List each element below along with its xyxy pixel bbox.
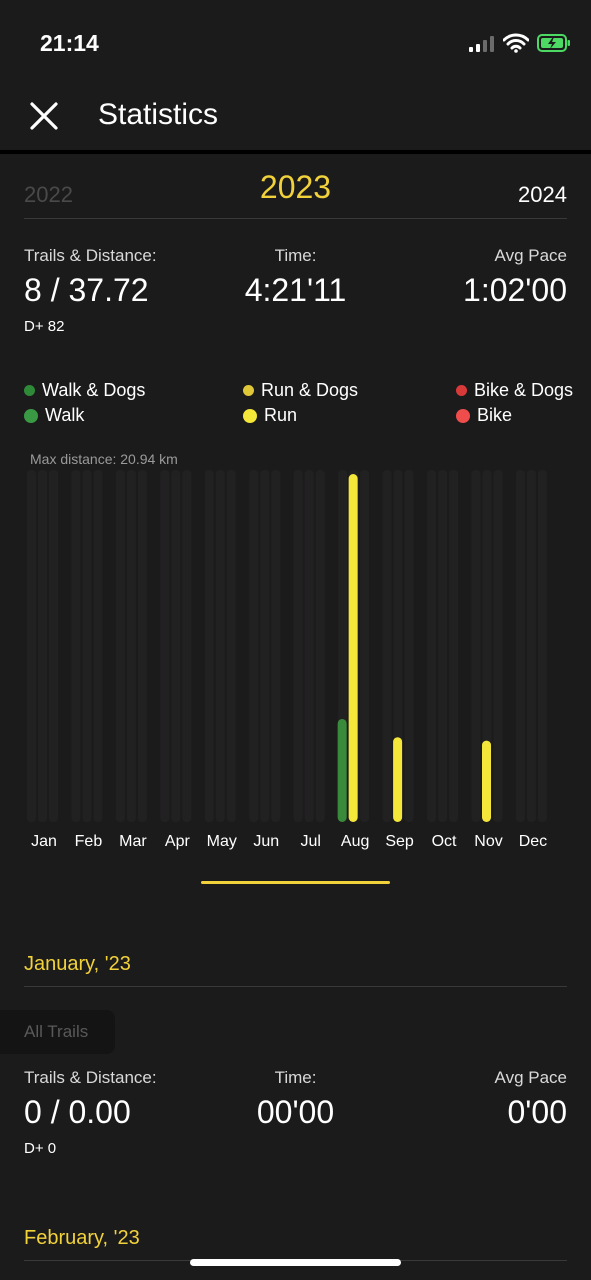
cellular-signal-icon bbox=[469, 36, 495, 52]
legend-bike: Bike bbox=[456, 405, 512, 426]
chart-track bbox=[293, 470, 303, 822]
chart-track bbox=[449, 470, 459, 822]
run-dot-icon bbox=[243, 408, 257, 423]
legend-label: Bike bbox=[477, 405, 513, 425]
chart-track bbox=[537, 470, 547, 822]
month-section-title: January, '23 bbox=[24, 953, 131, 975]
month-time-value: 00'00 bbox=[256, 1094, 335, 1130]
month-label-feb: Feb bbox=[74, 833, 103, 850]
bar-run-nov[interactable] bbox=[482, 740, 491, 822]
chart-track bbox=[427, 470, 437, 822]
chart-track bbox=[182, 470, 192, 822]
month-label-oct: Oct bbox=[431, 833, 457, 850]
month-label-sep: Sep bbox=[385, 833, 414, 850]
chart-track bbox=[27, 470, 36, 822]
legend-run-dogs: Run & Dogs bbox=[243, 380, 358, 401]
month-label-jul: Jul bbox=[300, 833, 321, 850]
bar-walk-aug[interactable] bbox=[337, 718, 347, 822]
chart-track bbox=[171, 470, 181, 822]
battery-charging-icon bbox=[537, 34, 571, 52]
bar-run-aug[interactable] bbox=[348, 474, 358, 822]
chart-track bbox=[471, 470, 481, 822]
legend-walk-dogs: Walk & Dogs bbox=[24, 380, 145, 401]
chart-track bbox=[82, 470, 92, 822]
month-elevation-value: D+ 0 bbox=[24, 1140, 57, 1157]
chart-track bbox=[126, 470, 136, 822]
avg-pace-value: 1:02'00 bbox=[463, 272, 567, 308]
month-label-aug: Aug bbox=[340, 833, 370, 850]
month-avg-pace-label: Avg Pace bbox=[494, 1068, 567, 1087]
bike-dot-icon bbox=[456, 408, 470, 423]
chart-track bbox=[49, 470, 58, 822]
month-label-jun: Jun bbox=[253, 833, 280, 850]
section-divider bbox=[24, 986, 567, 987]
chart-track bbox=[493, 470, 503, 822]
month-avg-pace-value: 0'00 bbox=[507, 1094, 568, 1130]
page-indicator bbox=[201, 881, 390, 884]
avg-pace-label: Avg Pace bbox=[494, 246, 567, 265]
legend-label: Walk bbox=[45, 405, 85, 425]
legend-walk: Walk bbox=[24, 405, 84, 426]
chart-track bbox=[226, 470, 236, 822]
month-section-title: February, '23 bbox=[24, 1227, 140, 1249]
status-time: 21:14 bbox=[40, 30, 99, 56]
elevation-value: D+ 82 bbox=[24, 318, 65, 335]
chart-track bbox=[215, 470, 225, 822]
bike-dogs-dot-icon bbox=[456, 385, 467, 396]
legend-label: Walk & Dogs bbox=[42, 380, 146, 400]
chart-track bbox=[315, 470, 325, 822]
run-dogs-dot-icon bbox=[243, 385, 254, 396]
chart-track bbox=[260, 470, 270, 822]
page-title: Statistics bbox=[98, 98, 219, 131]
chart-track bbox=[304, 470, 314, 822]
month-label-apr: Apr bbox=[164, 833, 190, 850]
chart-track bbox=[382, 470, 392, 822]
chart-track bbox=[438, 470, 448, 822]
chart-track bbox=[204, 470, 214, 822]
monthly-distance-chart bbox=[27, 470, 547, 822]
chart-track bbox=[160, 470, 170, 822]
chart-track bbox=[137, 470, 147, 822]
month-label-mar: Mar bbox=[119, 833, 147, 850]
home-indicator bbox=[190, 1259, 401, 1266]
month-label-may: May bbox=[206, 833, 237, 850]
chart-track bbox=[360, 470, 370, 822]
chart-title: Max distance: 20.94 km bbox=[30, 451, 178, 467]
legend-label: Run & Dogs bbox=[261, 380, 359, 400]
wifi-icon bbox=[502, 33, 530, 53]
chart-track bbox=[249, 470, 259, 822]
month-label-jan: Jan bbox=[31, 833, 57, 850]
legend-bike-dogs: Bike & Dogs bbox=[456, 380, 573, 401]
chart-track bbox=[93, 470, 103, 822]
all-trails-filter[interactable]: All Trails bbox=[0, 1010, 115, 1054]
walk-dogs-dot-icon bbox=[24, 385, 35, 396]
year-next-button[interactable]: 2024 bbox=[518, 182, 567, 208]
chart-track bbox=[515, 470, 525, 822]
month-label-nov: Nov bbox=[474, 833, 503, 850]
chart-track bbox=[271, 470, 281, 822]
header-divider bbox=[0, 150, 591, 154]
chart-track bbox=[115, 470, 125, 822]
legend-run: Run bbox=[243, 405, 297, 426]
year-divider bbox=[24, 218, 567, 219]
chart-track bbox=[526, 470, 536, 822]
walk-dot-icon bbox=[24, 408, 38, 423]
month-label-dec: Dec bbox=[518, 833, 548, 850]
chart-track bbox=[404, 470, 414, 822]
legend-label: Run bbox=[264, 405, 298, 425]
chart-track bbox=[71, 470, 81, 822]
close-icon[interactable] bbox=[28, 100, 60, 132]
year-current: 2023 bbox=[259, 169, 332, 205]
legend-label: Bike & Dogs bbox=[474, 380, 574, 400]
chart-track bbox=[38, 470, 47, 822]
bar-run-sep[interactable] bbox=[393, 737, 403, 822]
